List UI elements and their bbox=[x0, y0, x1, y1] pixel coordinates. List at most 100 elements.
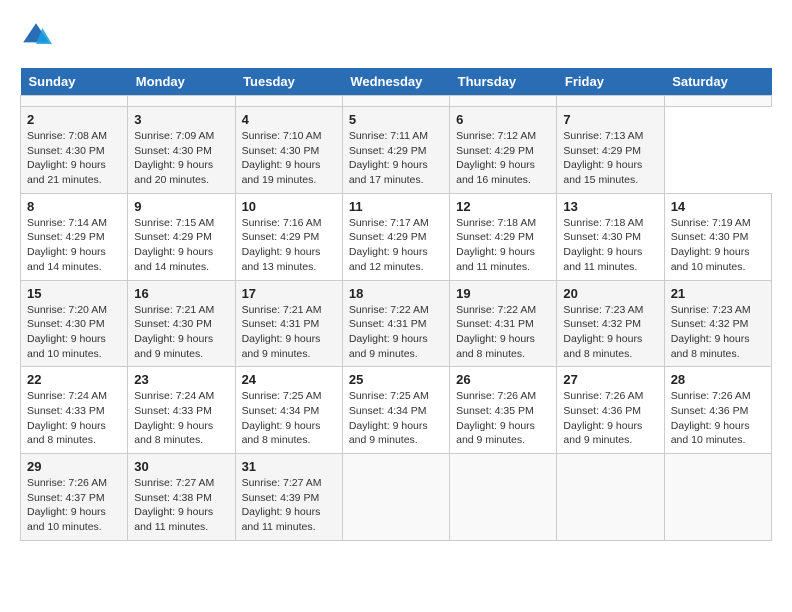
calendar-day-header: Friday bbox=[557, 68, 664, 96]
calendar-week-row: 8 Sunrise: 7:14 AMSunset: 4:29 PMDaylight… bbox=[21, 193, 772, 280]
day-info: Sunrise: 7:12 AMSunset: 4:29 PMDaylight:… bbox=[456, 129, 550, 188]
day-info: Sunrise: 7:21 AMSunset: 4:30 PMDaylight:… bbox=[134, 303, 228, 362]
day-number: 13 bbox=[563, 199, 657, 214]
day-info: Sunrise: 7:18 AMSunset: 4:29 PMDaylight:… bbox=[456, 216, 550, 275]
calendar-body: 2 Sunrise: 7:08 AMSunset: 4:30 PMDaylight… bbox=[21, 96, 772, 541]
calendar-cell bbox=[557, 454, 664, 541]
calendar-cell bbox=[21, 96, 128, 107]
calendar-header-row: SundayMondayTuesdayWednesdayThursdayFrid… bbox=[21, 68, 772, 96]
calendar-cell bbox=[450, 96, 557, 107]
day-number: 16 bbox=[134, 286, 228, 301]
calendar-cell: 25Sunrise: 7:25 AMSunset: 4:34 PMDayligh… bbox=[342, 367, 449, 454]
day-number: 5 bbox=[349, 112, 443, 127]
calendar-cell bbox=[342, 454, 449, 541]
day-number: 20 bbox=[563, 286, 657, 301]
calendar-cell: 28 Sunrise: 7:26 AMSunset: 4:36 PMDayligh… bbox=[664, 367, 771, 454]
day-number: 7 bbox=[563, 112, 657, 127]
day-number: 2 bbox=[27, 112, 121, 127]
day-info: Sunrise: 7:26 AMSunset: 4:36 PMDaylight:… bbox=[671, 389, 765, 448]
day-number: 28 bbox=[671, 372, 765, 387]
calendar-cell bbox=[664, 454, 771, 541]
calendar-cell: 3 Sunrise: 7:09 AMSunset: 4:30 PMDaylight… bbox=[128, 107, 235, 194]
day-info: Sunrise: 7:08 AMSunset: 4:30 PMDaylight:… bbox=[27, 129, 121, 188]
calendar-cell bbox=[128, 96, 235, 107]
day-number: 27 bbox=[563, 372, 657, 387]
calendar-cell: 22 Sunrise: 7:24 AMSunset: 4:33 PMDayligh… bbox=[21, 367, 128, 454]
calendar-cell: 16 Sunrise: 7:21 AMSunset: 4:30 PMDayligh… bbox=[128, 280, 235, 367]
day-info: Sunrise: 7:23 AMSunset: 4:32 PMDaylight:… bbox=[563, 303, 657, 362]
calendar-week-row: 29 Sunrise: 7:26 AMSunset: 4:37 PMDayligh… bbox=[21, 454, 772, 541]
calendar-cell: 21 Sunrise: 7:23 AMSunset: 4:32 PMDayligh… bbox=[664, 280, 771, 367]
calendar-cell: 13 Sunrise: 7:18 AMSunset: 4:30 PMDayligh… bbox=[557, 193, 664, 280]
calendar-cell: 31 Sunrise: 7:27 AMSunset: 4:39 PMDayligh… bbox=[235, 454, 342, 541]
calendar-cell: 2 Sunrise: 7:08 AMSunset: 4:30 PMDaylight… bbox=[21, 107, 128, 194]
day-info: Sunrise: 7:13 AMSunset: 4:29 PMDaylight:… bbox=[563, 129, 657, 188]
day-number: 12 bbox=[456, 199, 550, 214]
calendar-day-header: Tuesday bbox=[235, 68, 342, 96]
day-info: Sunrise: 7:25 AMSunset: 4:34 PMDaylight:… bbox=[349, 389, 443, 448]
calendar-cell: 17 Sunrise: 7:21 AMSunset: 4:31 PMDayligh… bbox=[235, 280, 342, 367]
calendar-cell: 14Sunrise: 7:19 AMSunset: 4:30 PMDayligh… bbox=[664, 193, 771, 280]
calendar-cell: 11Sunrise: 7:17 AMSunset: 4:29 PMDayligh… bbox=[342, 193, 449, 280]
day-info: Sunrise: 7:27 AMSunset: 4:38 PMDaylight:… bbox=[134, 476, 228, 535]
day-number: 30 bbox=[134, 459, 228, 474]
day-number: 8 bbox=[27, 199, 121, 214]
calendar-cell bbox=[235, 96, 342, 107]
day-info: Sunrise: 7:22 AMSunset: 4:31 PMDaylight:… bbox=[349, 303, 443, 362]
calendar-cell bbox=[557, 96, 664, 107]
calendar-cell: 29 Sunrise: 7:26 AMSunset: 4:37 PMDayligh… bbox=[21, 454, 128, 541]
day-info: Sunrise: 7:26 AMSunset: 4:37 PMDaylight:… bbox=[27, 476, 121, 535]
day-number: 15 bbox=[27, 286, 121, 301]
day-info: Sunrise: 7:18 AMSunset: 4:30 PMDaylight:… bbox=[563, 216, 657, 275]
calendar-cell: 23Sunrise: 7:24 AMSunset: 4:33 PMDayligh… bbox=[128, 367, 235, 454]
calendar-day-header: Wednesday bbox=[342, 68, 449, 96]
day-info: Sunrise: 7:24 AMSunset: 4:33 PMDaylight:… bbox=[27, 389, 121, 448]
day-number: 10 bbox=[242, 199, 336, 214]
calendar-week-row bbox=[21, 96, 772, 107]
day-number: 17 bbox=[242, 286, 336, 301]
day-number: 29 bbox=[27, 459, 121, 474]
calendar-cell: 26 Sunrise: 7:26 AMSunset: 4:35 PMDayligh… bbox=[450, 367, 557, 454]
calendar-cell bbox=[342, 96, 449, 107]
day-info: Sunrise: 7:22 AMSunset: 4:31 PMDaylight:… bbox=[456, 303, 550, 362]
calendar-cell: 6 Sunrise: 7:12 AMSunset: 4:29 PMDaylight… bbox=[450, 107, 557, 194]
day-number: 6 bbox=[456, 112, 550, 127]
calendar-cell bbox=[664, 96, 771, 107]
day-number: 19 bbox=[456, 286, 550, 301]
calendar-cell: 12 Sunrise: 7:18 AMSunset: 4:29 PMDayligh… bbox=[450, 193, 557, 280]
calendar-day-header: Thursday bbox=[450, 68, 557, 96]
page-header bbox=[20, 20, 772, 52]
calendar-cell: 24 Sunrise: 7:25 AMSunset: 4:34 PMDayligh… bbox=[235, 367, 342, 454]
day-info: Sunrise: 7:23 AMSunset: 4:32 PMDaylight:… bbox=[671, 303, 765, 362]
calendar-day-header: Sunday bbox=[21, 68, 128, 96]
day-number: 11 bbox=[349, 199, 443, 214]
calendar-cell bbox=[450, 454, 557, 541]
day-info: Sunrise: 7:20 AMSunset: 4:30 PMDaylight:… bbox=[27, 303, 121, 362]
calendar-cell: 27 Sunrise: 7:26 AMSunset: 4:36 PMDayligh… bbox=[557, 367, 664, 454]
day-number: 9 bbox=[134, 199, 228, 214]
calendar-cell: 4Sunrise: 7:10 AMSunset: 4:30 PMDaylight… bbox=[235, 107, 342, 194]
day-number: 22 bbox=[27, 372, 121, 387]
day-number: 18 bbox=[349, 286, 443, 301]
calendar-cell: 10 Sunrise: 7:16 AMSunset: 4:29 PMDayligh… bbox=[235, 193, 342, 280]
day-info: Sunrise: 7:27 AMSunset: 4:39 PMDaylight:… bbox=[242, 476, 336, 535]
calendar-cell: 7 Sunrise: 7:13 AMSunset: 4:29 PMDaylight… bbox=[557, 107, 664, 194]
day-number: 31 bbox=[242, 459, 336, 474]
day-info: Sunrise: 7:14 AMSunset: 4:29 PMDaylight:… bbox=[27, 216, 121, 275]
day-info: Sunrise: 7:25 AMSunset: 4:34 PMDaylight:… bbox=[242, 389, 336, 448]
calendar-cell: 8 Sunrise: 7:14 AMSunset: 4:29 PMDaylight… bbox=[21, 193, 128, 280]
day-number: 24 bbox=[242, 372, 336, 387]
day-number: 23 bbox=[134, 372, 228, 387]
day-info: Sunrise: 7:26 AMSunset: 4:36 PMDaylight:… bbox=[563, 389, 657, 448]
day-number: 21 bbox=[671, 286, 765, 301]
day-number: 14 bbox=[671, 199, 765, 214]
calendar-week-row: 2 Sunrise: 7:08 AMSunset: 4:30 PMDaylight… bbox=[21, 107, 772, 194]
day-number: 3 bbox=[134, 112, 228, 127]
day-info: Sunrise: 7:16 AMSunset: 4:29 PMDaylight:… bbox=[242, 216, 336, 275]
day-info: Sunrise: 7:26 AMSunset: 4:35 PMDaylight:… bbox=[456, 389, 550, 448]
day-info: Sunrise: 7:09 AMSunset: 4:30 PMDaylight:… bbox=[134, 129, 228, 188]
day-info: Sunrise: 7:21 AMSunset: 4:31 PMDaylight:… bbox=[242, 303, 336, 362]
day-number: 26 bbox=[456, 372, 550, 387]
day-info: Sunrise: 7:15 AMSunset: 4:29 PMDaylight:… bbox=[134, 216, 228, 275]
calendar-cell: 20 Sunrise: 7:23 AMSunset: 4:32 PMDayligh… bbox=[557, 280, 664, 367]
